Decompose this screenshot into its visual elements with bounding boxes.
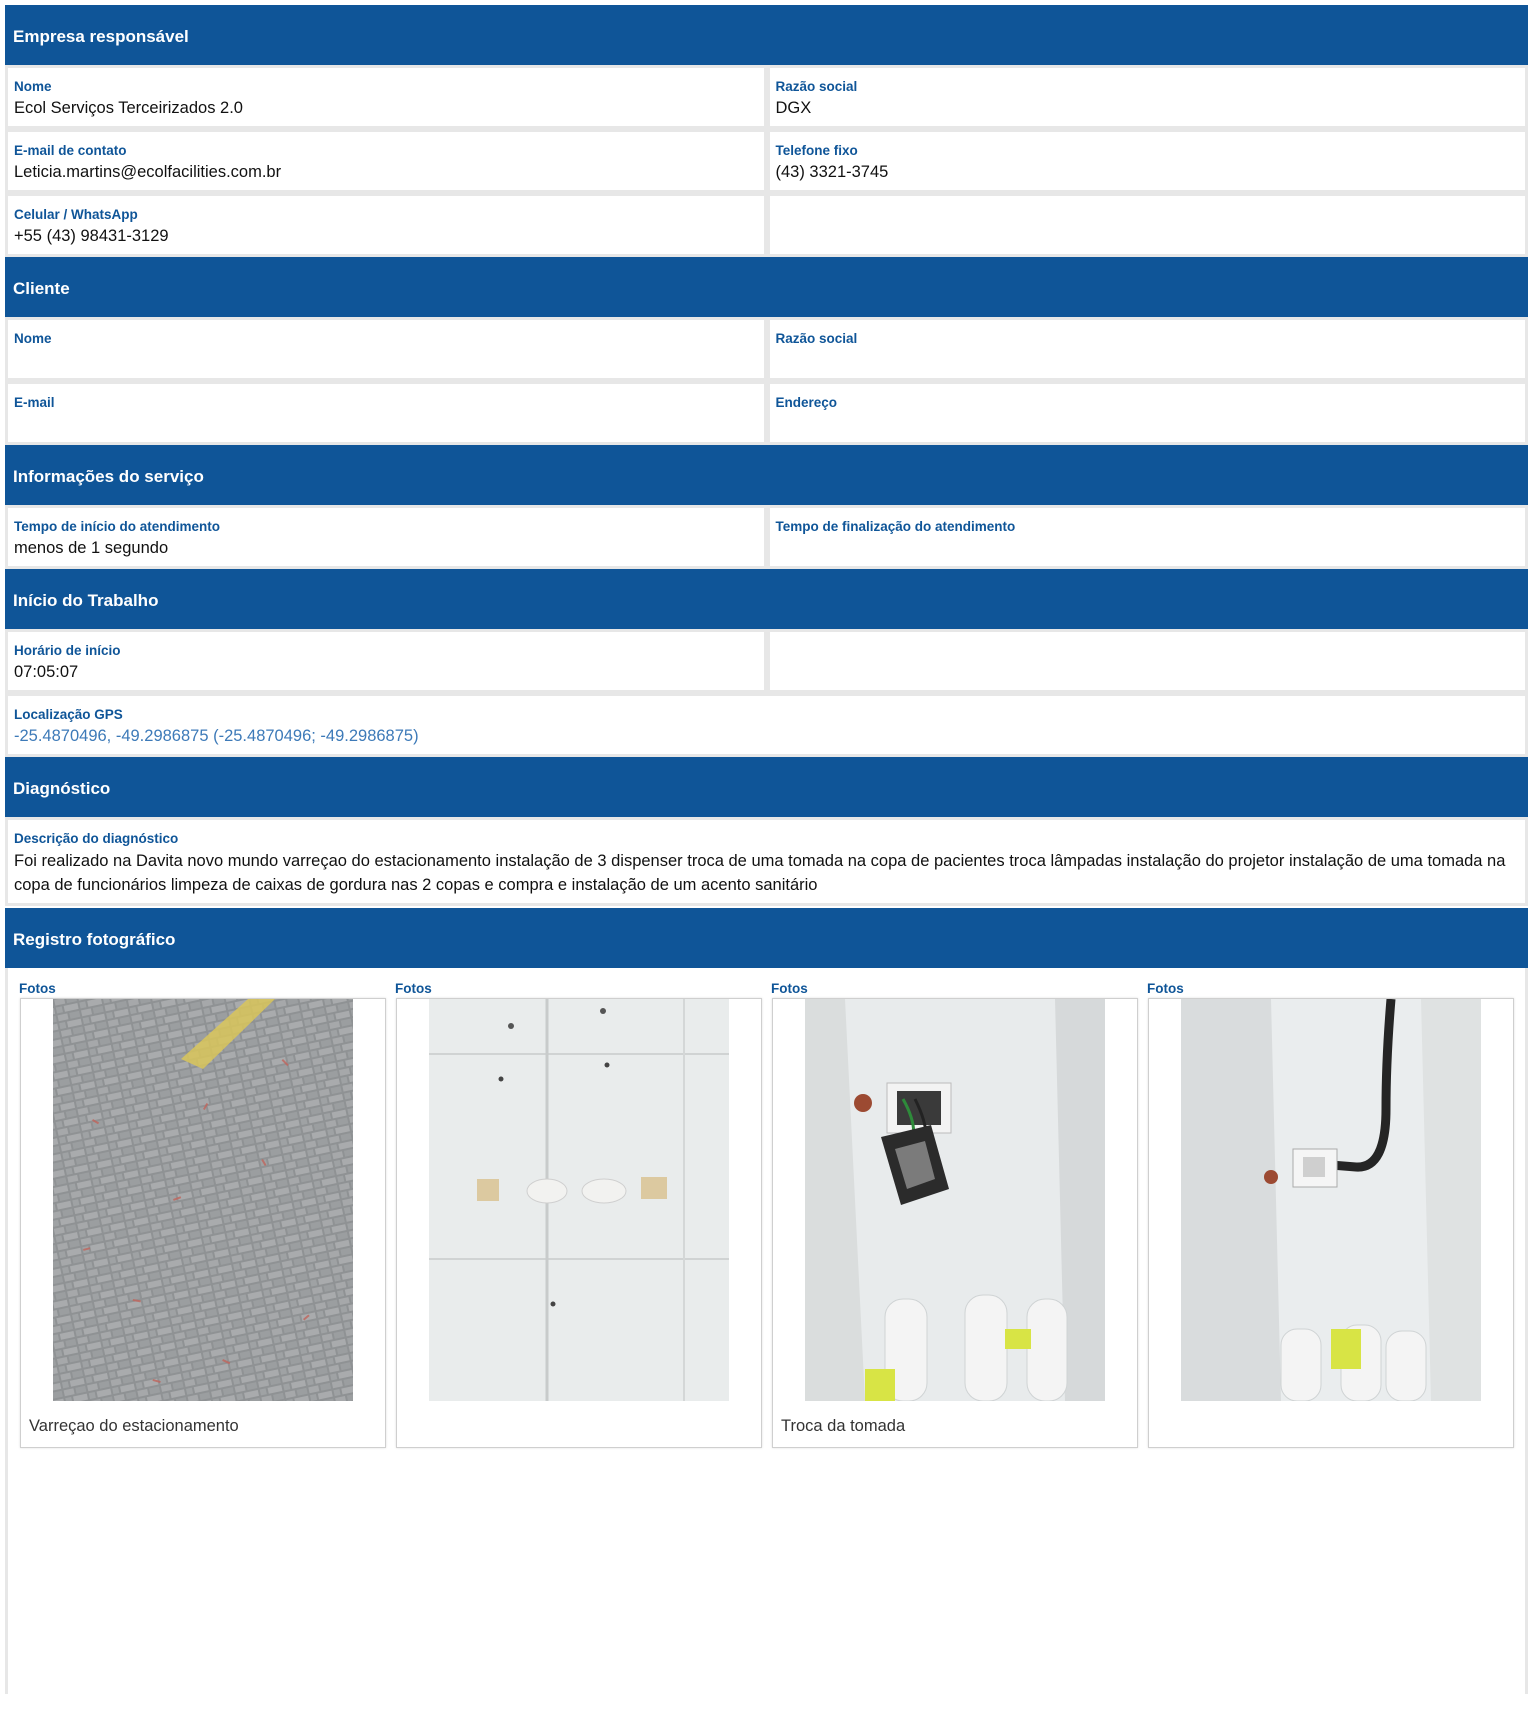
section-title: Empresa responsável xyxy=(13,27,189,46)
field-value: +55 (43) 98431-3129 xyxy=(14,227,169,245)
field-servico-fim: Tempo de finalização do atendimento xyxy=(766,505,1528,569)
photo-socket xyxy=(805,999,1105,1401)
field-value: Ecol Serviços Terceirizados 2.0 xyxy=(14,99,243,117)
photo-card[interactable] xyxy=(1148,998,1514,1448)
field-label: Telefone fixo xyxy=(775,143,858,158)
photo-label: Fotos xyxy=(395,981,432,996)
field-value: Foi realizado na Davita novo mundo varre… xyxy=(14,852,1506,894)
section-title: Informações do serviço xyxy=(13,467,204,486)
field-label: E-mail de contato xyxy=(14,143,127,158)
row: Descrição do diagnóstico Foi realizado n… xyxy=(5,817,1528,906)
field-label: Tempo de início do atendimento xyxy=(14,519,221,534)
field-cliente-email: E-mail xyxy=(5,381,767,445)
field-empresa-nome: Nome Ecol Serviços Terceirizados 2.0 xyxy=(5,65,767,129)
field-value: DGX xyxy=(775,99,812,117)
photo-card[interactable] xyxy=(396,998,762,1448)
photo-caption: Troca da tomada xyxy=(781,1417,906,1435)
section-header-trabalho: Início do Trabalho xyxy=(5,569,1528,629)
photo-section: Fotos Varreçao do estacionamento Fotos F… xyxy=(5,968,1528,1694)
row: Localização GPS -25.4870496, -49.2986875… xyxy=(5,693,1528,757)
field-label: Razão social xyxy=(775,331,858,346)
section-header-servico: Informações do serviço xyxy=(5,445,1528,505)
field-empresa-celular: Celular / WhatsApp +55 (43) 98431-3129 xyxy=(5,193,767,257)
field-servico-inicio: Tempo de início do atendimento menos de … xyxy=(5,505,767,569)
empty-cell xyxy=(766,629,1528,693)
field-label: Celular / WhatsApp xyxy=(14,207,138,222)
photo-grid: Fotos Varreçao do estacionamento Fotos F… xyxy=(16,974,1525,1448)
photo-label: Fotos xyxy=(19,981,56,996)
photo-pavement xyxy=(53,999,353,1401)
section-header-fotos: Registro fotográfico xyxy=(5,908,1528,968)
photo-caption: Varreçao do estacionamento xyxy=(29,1417,239,1435)
photo-installed-socket xyxy=(1181,999,1481,1401)
gps-link[interactable]: -25.4870496, -49.2986875 (-25.4870496; -… xyxy=(14,725,1519,747)
field-cliente-endereco: Endereço xyxy=(766,381,1528,445)
row: E-mail de contato Leticia.martins@ecolfa… xyxy=(5,129,1528,193)
field-cliente-nome: Nome xyxy=(5,317,767,381)
photo-column: Fotos xyxy=(768,974,1144,1448)
field-cliente-razao: Razão social xyxy=(766,317,1528,381)
photo-card[interactable]: Varreçao do estacionamento xyxy=(20,998,386,1448)
row: E-mail Endereço xyxy=(5,381,1528,445)
row: Tempo de início do atendimento menos de … xyxy=(5,505,1528,569)
report-page: Empresa responsável Nome Ecol Serviços T… xyxy=(5,5,1528,1694)
field-label: Localização GPS xyxy=(14,707,123,722)
section-header-cliente: Cliente xyxy=(5,257,1528,317)
field-value: (43) 3321-3745 xyxy=(775,163,889,181)
section-title: Diagnóstico xyxy=(13,779,111,798)
photo-column: Fotos xyxy=(1144,974,1520,1448)
section-header-empresa: Empresa responsável xyxy=(5,5,1528,65)
photo-card[interactable]: Troca da tomada xyxy=(772,998,1138,1448)
photo-wall xyxy=(429,999,729,1401)
field-label: Nome xyxy=(14,331,52,346)
field-value: 07:05:07 xyxy=(14,663,79,681)
photo-column: Fotos xyxy=(392,974,768,1448)
field-label: Razão social xyxy=(775,79,858,94)
field-trabalho-gps: Localização GPS -25.4870496, -49.2986875… xyxy=(5,693,1528,757)
empty-cell xyxy=(766,193,1528,257)
row: Nome Ecol Serviços Terceirizados 2.0 Raz… xyxy=(5,65,1528,129)
field-label: E-mail xyxy=(14,395,55,410)
field-value: Leticia.martins@ecolfacilities.com.br xyxy=(14,163,282,181)
field-trabalho-horario: Horário de início 07:05:07 xyxy=(5,629,767,693)
field-diagnostico-descricao: Descrição do diagnóstico Foi realizado n… xyxy=(5,817,1528,906)
field-label: Descrição do diagnóstico xyxy=(14,831,179,846)
section-title: Registro fotográfico xyxy=(13,930,176,949)
field-label: Horário de início xyxy=(14,643,121,658)
field-value: menos de 1 segundo xyxy=(14,539,169,557)
field-empresa-razao: Razão social DGX xyxy=(766,65,1528,129)
section-title: Início do Trabalho xyxy=(13,591,159,610)
row: Horário de início 07:05:07 xyxy=(5,629,1528,693)
field-empresa-email: E-mail de contato Leticia.martins@ecolfa… xyxy=(5,129,767,193)
field-label: Tempo de finalização do atendimento xyxy=(775,519,1016,534)
section-header-diagnostico: Diagnóstico xyxy=(5,757,1528,817)
photo-label: Fotos xyxy=(771,981,808,996)
field-empresa-telefone: Telefone fixo (43) 3321-3745 xyxy=(766,129,1528,193)
photo-label: Fotos xyxy=(1147,981,1184,996)
field-label: Endereço xyxy=(775,395,838,410)
section-title: Cliente xyxy=(13,279,70,298)
row: Celular / WhatsApp +55 (43) 98431-3129 xyxy=(5,193,1528,257)
row: Nome Razão social xyxy=(5,317,1528,381)
field-label: Nome xyxy=(14,79,52,94)
photo-column: Fotos xyxy=(16,974,392,1448)
